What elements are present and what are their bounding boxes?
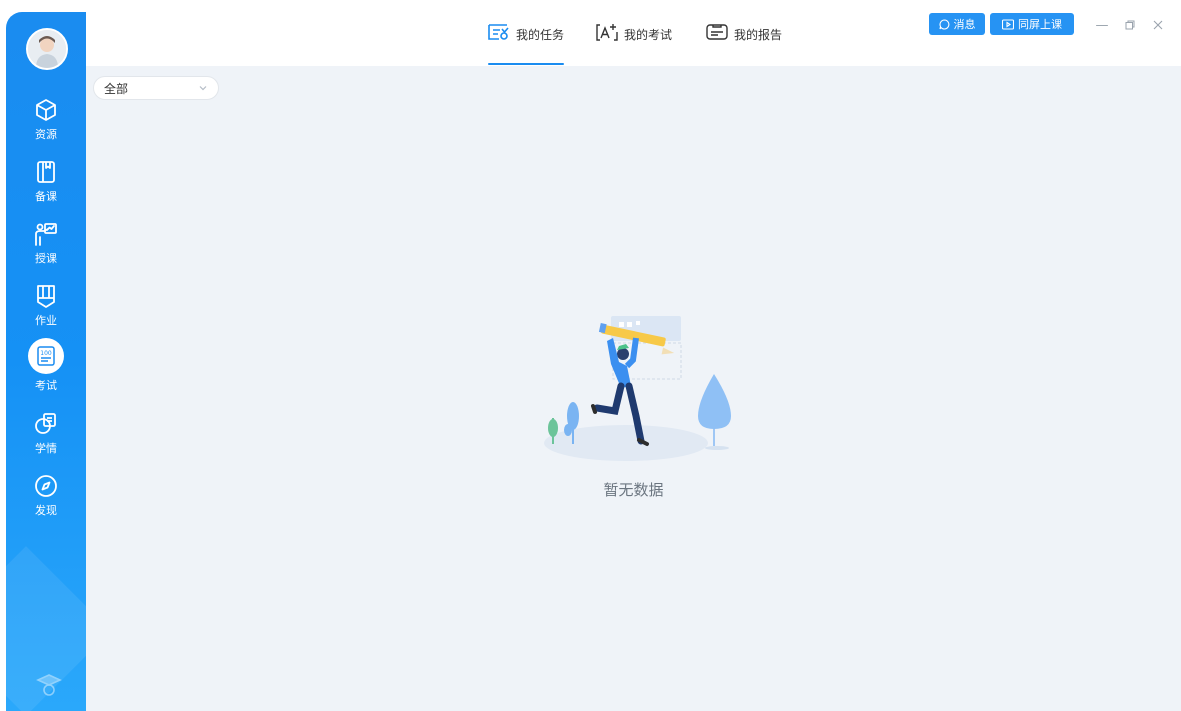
active-tab-indicator	[488, 63, 565, 65]
sidebar-item-resources[interactable]: 资源	[6, 91, 86, 151]
graduation-cap-icon	[36, 674, 62, 696]
sidebar-item-discover[interactable]: 发现	[6, 467, 86, 527]
tab-my-exams[interactable]: 我的考试	[596, 24, 673, 66]
task-list-icon	[488, 24, 509, 40]
sidebar-item-label: 发现	[35, 504, 57, 517]
tab-label: 我的任务	[516, 28, 565, 42]
sidebar-item-teaching[interactable]: 授课	[6, 215, 86, 275]
sidebar-item-label: 学情	[35, 442, 57, 455]
sidebar-item-label: 资源	[35, 128, 57, 141]
empty-state-text: 暂无数据	[603, 481, 664, 499]
sidebar-item-label: 备课	[35, 190, 57, 203]
tab-my-tasks[interactable]: 我的任务	[488, 24, 565, 66]
compass-icon	[35, 475, 57, 497]
exam-add-icon	[596, 24, 618, 41]
active-icon-background: 100	[28, 338, 64, 374]
tab-label: 我的考试	[624, 28, 673, 42]
main-content: 全部 暂无数据	[86, 66, 1181, 711]
sidebar-item-homework[interactable]: 作业	[6, 277, 86, 337]
sidebar-item-exam[interactable]: 100 考试	[6, 337, 86, 397]
teacher-board-icon	[35, 223, 57, 246]
minimize-icon[interactable]: —	[1094, 17, 1110, 33]
book-icon	[37, 161, 55, 183]
top-bar: 我的任务 我的考试 我的报告 消息 同屏上课 —	[86, 0, 1181, 66]
tab-label: 我的报告	[734, 28, 783, 42]
sidebar-item-learning-analytics[interactable]: 学情	[6, 405, 86, 465]
chat-bubble-icon	[938, 18, 949, 30]
report-icon	[706, 24, 728, 40]
svg-text:100: 100	[40, 350, 52, 357]
sidebar-item-label: 考试	[35, 379, 57, 392]
homework-bookmark-icon	[37, 285, 55, 308]
messages-label: 消息	[953, 18, 976, 31]
screen-play-icon	[1002, 18, 1014, 30]
sync-class-button[interactable]: 同屏上课	[990, 13, 1074, 35]
close-icon[interactable]	[1150, 17, 1166, 33]
empty-state-illustration	[544, 316, 731, 461]
sync-class-label: 同屏上课	[1018, 18, 1062, 31]
sidebar-item-label: 授课	[35, 252, 57, 265]
exam-paper-icon: 100	[37, 346, 55, 366]
tab-my-reports[interactable]: 我的报告	[706, 24, 783, 66]
sidebar-item-label: 作业	[35, 314, 57, 327]
sidebar: 资源 备课 授课 作业 100 考试 学情 发现	[6, 12, 86, 711]
restore-icon[interactable]	[1122, 17, 1138, 33]
chevron-down-icon	[199, 86, 207, 91]
learning-analytics-icon	[35, 413, 56, 434]
category-filter-select[interactable]: 全部	[93, 76, 219, 100]
filter-selected-value: 全部	[104, 81, 129, 96]
messages-button[interactable]: 消息	[929, 13, 985, 35]
avatar[interactable]	[26, 28, 68, 70]
sidebar-item-lesson-prep[interactable]: 备课	[6, 153, 86, 213]
cube-icon	[36, 99, 56, 121]
